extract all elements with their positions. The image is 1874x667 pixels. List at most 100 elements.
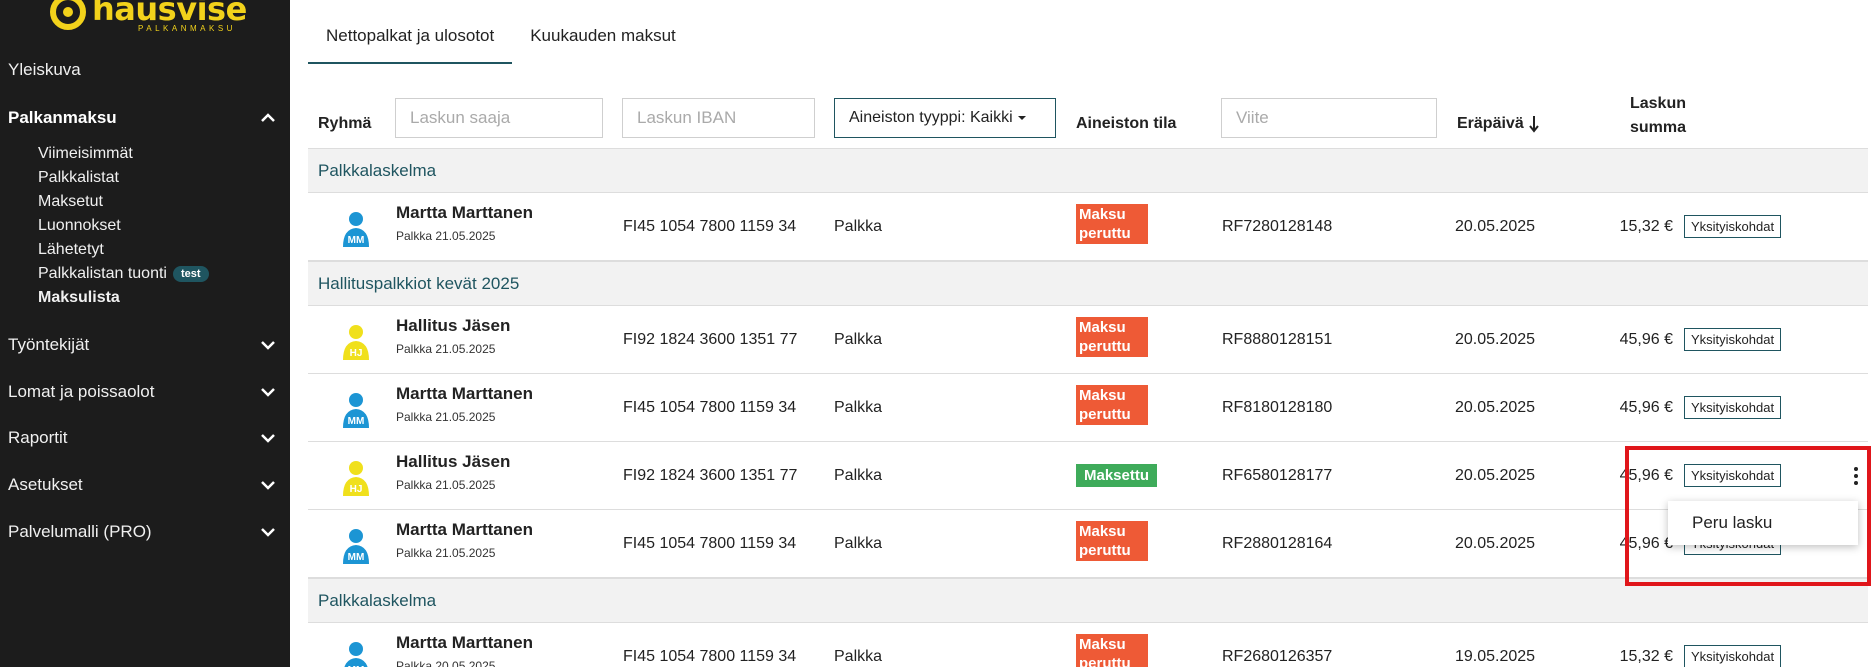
due-date-cell: 20.05.2025	[1455, 467, 1536, 484]
due-date-cell: 20.05.2025	[1455, 399, 1536, 416]
sum-cell: 45,96 €	[1619, 467, 1673, 484]
sidebar-item-luonnokset[interactable]: Luonnokset	[38, 217, 121, 235]
payee-subtitle: Palkka 21.05.2025	[396, 229, 496, 243]
iban-cell: FI92 1824 3600 1351 77	[623, 331, 798, 348]
reference-cell: RF6580128177	[1222, 467, 1333, 484]
due-date-column-header[interactable]: Eräpäivä	[1457, 115, 1540, 133]
reference-cell: RF2680126357	[1222, 648, 1333, 665]
reference-filter-input[interactable]: Viite	[1221, 98, 1437, 138]
chevron-down-icon	[261, 481, 275, 490]
payee-subtitle: Palkka 20.05.2025	[396, 659, 496, 667]
nav-section-label: Palvelumalli (PRO)	[8, 522, 152, 541]
table-row[interactable]: MM Martta Marttanen Palkka 21.05.2025 FI4…	[308, 510, 1868, 578]
iban-cell: FI45 1054 7800 1159 34	[623, 399, 797, 416]
sum-cell: 45,96 €	[1619, 535, 1673, 552]
details-button[interactable]: Yksityiskohdat	[1684, 328, 1782, 351]
nav-section-raportit[interactable]: Raportit	[8, 428, 276, 448]
type-cell: Palkka	[834, 218, 883, 235]
sidebar-item-palkkalistat[interactable]: Palkkalistat	[38, 169, 119, 187]
nav-section-palkanmaksu[interactable]: Palkanmaksu	[8, 108, 276, 128]
sidebar-item-label: Palkkalistat	[38, 169, 119, 186]
due-date-cell: 20.05.2025	[1455, 331, 1536, 348]
table-row[interactable]: MM Martta Marttanen Palkka 21.05.2025 FI4…	[308, 374, 1868, 442]
nav-section-label: Asetukset	[8, 475, 83, 494]
person-avatar-icon: MM	[344, 642, 368, 667]
sum-label-line1: Laskun	[1629, 95, 1686, 112]
chevron-down-icon	[261, 434, 275, 443]
payee-subtitle: Palkka 21.05.2025	[396, 546, 496, 560]
due-date-label: Eräpäivä	[1457, 115, 1524, 132]
details-button[interactable]: Yksityiskohdat	[1684, 464, 1782, 487]
nav-section-label: Palkanmaksu	[8, 108, 117, 127]
sum-cell: 45,96 €	[1619, 331, 1673, 348]
tab-bar: Nettopalkat ja ulosotot Kuukauden maksut	[308, 20, 694, 64]
logo-eye-icon	[48, 0, 88, 34]
person-avatar-icon: HJ	[343, 325, 369, 360]
sidebar-item-maksetut[interactable]: Maksetut	[38, 193, 103, 211]
reference-cell: RF2880128164	[1222, 535, 1333, 552]
group-header: Palkkalaskelma	[308, 148, 1868, 193]
chevron-down-icon	[261, 528, 275, 537]
table-row[interactable]: MM Martta Marttanen Palkka 21.05.2025 FI4…	[308, 193, 1868, 261]
sidebar-item-lahetetyt[interactable]: Lähetetyt	[38, 241, 104, 259]
status-badge: Maksu peruttu	[1076, 385, 1148, 425]
payee-name: Hallitus Jäsen	[396, 316, 511, 335]
group-column-header: Ryhmä	[318, 115, 372, 132]
context-menu-peru-lasku[interactable]: Peru lasku	[1668, 501, 1858, 545]
table-row[interactable]: HJ Hallitus Jäsen Palkka 21.05.2025 FI92 …	[308, 442, 1868, 510]
type-cell: Palkka	[834, 535, 883, 552]
nav-section-lomat[interactable]: Lomat ja poissaolot	[8, 382, 276, 402]
payee-name: Martta Marttanen	[396, 203, 533, 222]
sort-down-icon	[1528, 116, 1539, 133]
status-line1: Maksu	[1079, 523, 1126, 540]
sum-cell: 45,96 €	[1619, 399, 1673, 416]
nav-overview[interactable]: Yleiskuva	[8, 60, 276, 80]
details-button[interactable]: Yksityiskohdat	[1684, 215, 1782, 238]
nav-section-asetukset[interactable]: Asetukset	[8, 475, 276, 495]
svg-text:MM: MM	[348, 552, 365, 563]
nav-section-label: Raportit	[8, 428, 68, 447]
chevron-down-icon	[261, 388, 275, 397]
sidebar-item-palkkalistan-tuonti[interactable]: Palkkalistan tuonti test	[38, 265, 209, 283]
more-options-icon[interactable]	[1846, 462, 1866, 490]
nav-section-label: Lomat ja poissaolot	[8, 382, 155, 401]
nav-section-palvelumalli[interactable]: Palvelumalli (PRO)	[8, 522, 276, 542]
due-date-cell: 20.05.2025	[1455, 535, 1536, 552]
status-line2: peruttu	[1079, 542, 1131, 559]
payee-subtitle: Palkka 21.05.2025	[396, 478, 496, 492]
brand-logo[interactable]: hausvise PALKANMAKSU	[48, 0, 247, 38]
status-badge: Maksettu	[1076, 464, 1158, 487]
status-line1: Maksu	[1079, 319, 1126, 336]
filter-header: Ryhmä Laskun saaja Laskun IBAN Aineiston…	[308, 78, 1868, 148]
tab-kuukauden-maksut[interactable]: Kuukauden maksut	[512, 20, 694, 64]
sidebar-item-label: Viimeisimmät	[38, 145, 133, 162]
payee-name: Hallitus Jäsen	[396, 452, 511, 471]
details-button[interactable]: Yksityiskohdat	[1684, 645, 1782, 667]
payee-subtitle: Palkka 21.05.2025	[396, 342, 496, 356]
tab-nettopalkat[interactable]: Nettopalkat ja ulosotot	[308, 20, 513, 64]
nav-section-tyontekijat[interactable]: Työntekijät	[8, 335, 276, 355]
iban-cell: FI45 1054 7800 1159 34	[623, 535, 797, 552]
status-column-header: Aineiston tila	[1076, 115, 1177, 132]
caret-down-icon	[1017, 116, 1026, 120]
iban-cell: FI45 1054 7800 1159 34	[623, 648, 797, 665]
sidebar-item-label: Maksetut	[38, 193, 103, 210]
iban-filter-input[interactable]: Laskun IBAN	[622, 98, 815, 138]
table-row[interactable]: HJ Hallitus Jäsen Palkka 21.05.2025 FI92 …	[308, 306, 1868, 374]
sidebar-item-viimeisimmat[interactable]: Viimeisimmät	[38, 145, 133, 163]
sum-cell: 15,32 €	[1619, 218, 1673, 235]
reference-cell: RF8880128151	[1222, 331, 1333, 348]
type-filter-select[interactable]: Aineiston tyyppi: Kaikki	[834, 98, 1056, 138]
sidebar-item-maksulista[interactable]: Maksulista	[38, 289, 120, 307]
status-badge: Maksu peruttu	[1076, 204, 1148, 244]
sidebar: hausvise PALKANMAKSU Yleiskuva Palkanmak…	[0, 0, 290, 667]
svg-text:HJ: HJ	[350, 484, 363, 495]
details-button[interactable]: Yksityiskohdat	[1684, 396, 1782, 419]
main-content: Nettopalkat ja ulosotot Kuukauden maksut…	[290, 0, 1874, 667]
status-line2: peruttu	[1079, 406, 1131, 423]
table-row[interactable]: MM Martta Marttanen Palkka 20.05.2025 FI4…	[308, 623, 1868, 667]
payment-table: Palkkalaskelma MM Martta Marttanen Palkka…	[308, 148, 1868, 667]
status-line1: Maksu	[1079, 636, 1126, 653]
payee-filter-input[interactable]: Laskun saaja	[395, 98, 603, 138]
payee-name: Martta Marttanen	[396, 384, 533, 403]
